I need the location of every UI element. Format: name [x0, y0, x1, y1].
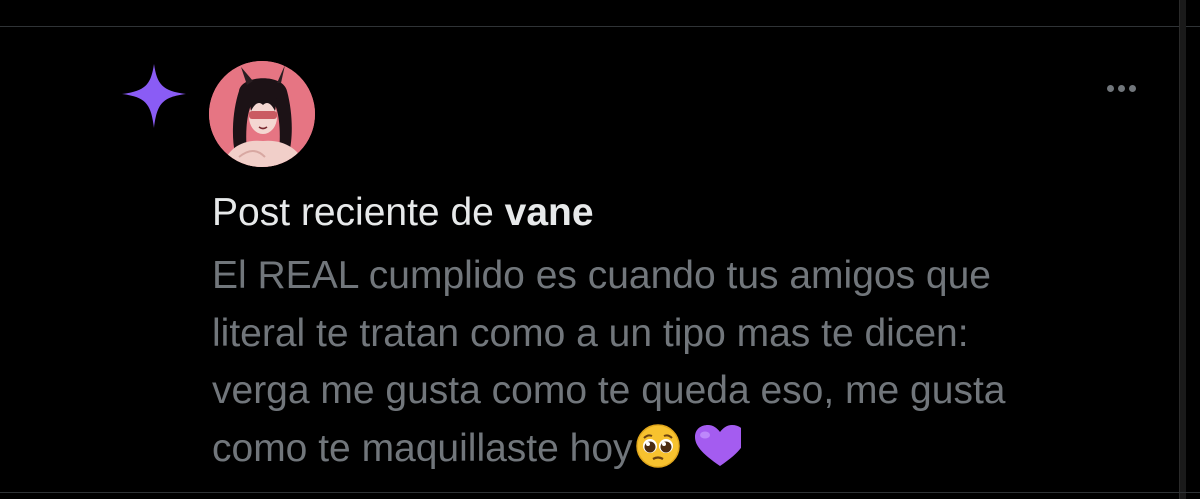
scrollbar[interactable] — [1179, 0, 1186, 499]
more-dot — [1128, 84, 1136, 92]
post-header[interactable]: Post reciente de vane — [212, 188, 594, 238]
post-body-line-last: como te maquillaste hoy — [212, 420, 1152, 486]
more-dot — [1117, 84, 1125, 92]
avatar-illustration — [209, 61, 315, 167]
more-options-button[interactable] — [1094, 74, 1148, 102]
post-body[interactable]: El REAL cumplido es cuando tus amigos qu… — [212, 247, 1152, 485]
header-prefix: Post reciente de — [212, 191, 505, 234]
avatar[interactable] — [209, 61, 315, 167]
sparkle-icon — [120, 62, 188, 130]
post-body-line: verga me gusta como te queda eso, me gus… — [212, 369, 1006, 412]
pleading-face-emoji — [635, 423, 681, 486]
post-body-line: literal te tratan como a un tipo mas te … — [212, 311, 969, 355]
author-name[interactable]: vane — [505, 191, 594, 234]
post-body-line-text: como te maquillaste hoy — [212, 426, 633, 470]
top-divider — [0, 26, 1200, 27]
post-body-line: El REAL cumplido es cuando tus amigos qu… — [212, 254, 991, 297]
bottom-divider — [0, 492, 1200, 493]
purple-heart-emoji — [683, 423, 745, 486]
more-dot — [1106, 84, 1114, 92]
